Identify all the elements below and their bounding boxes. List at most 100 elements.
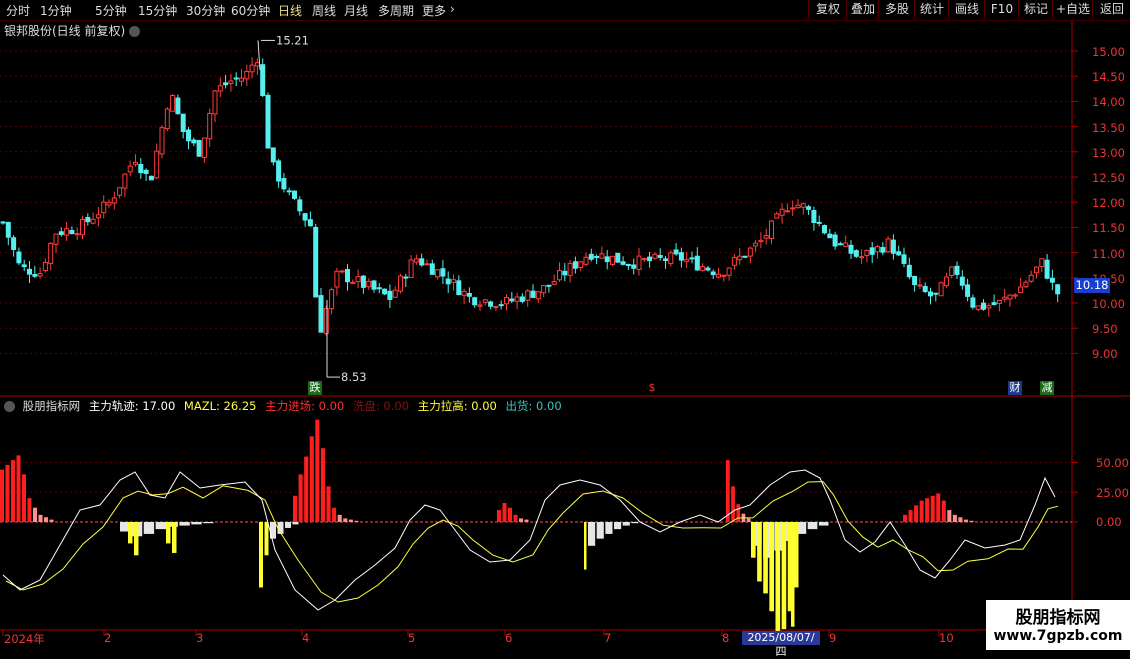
candle-body (350, 281, 356, 284)
indicator-bar-entry (919, 500, 924, 522)
candle-body (117, 187, 123, 196)
stock-title: 银邦股份(日线 前复权) (4, 24, 126, 38)
candle-body (848, 244, 854, 254)
candle-body (297, 199, 303, 212)
candle-body (806, 206, 812, 210)
candle-body (784, 210, 790, 213)
candle-body (684, 258, 690, 262)
candle-body (822, 225, 827, 234)
candle-body (567, 263, 573, 276)
event-marker-dividend[interactable]: $ (645, 381, 659, 395)
indicator-bar-entry (726, 460, 730, 522)
high-price-label: 15.21 (276, 33, 309, 47)
candle-body (85, 217, 91, 223)
candle-body (376, 287, 382, 290)
candle-body (329, 289, 335, 310)
candle-body (1007, 294, 1013, 300)
indicator-bar-entry (16, 455, 21, 522)
event-marker-finance[interactable]: 财 (1008, 381, 1022, 395)
indicator-bar-entry (936, 493, 941, 522)
y-tick: 14.00 (1092, 95, 1125, 109)
indicator-bar-wash (807, 522, 818, 530)
indicator-bar-entry (320, 448, 325, 522)
indicator-bar-pull (763, 522, 768, 594)
candle-body (127, 165, 133, 173)
candle-body (716, 273, 721, 278)
candle-body (731, 257, 737, 266)
indicator-bar-pull (264, 522, 269, 556)
candle-body (965, 284, 971, 297)
indicator-bar-entry (952, 514, 957, 522)
indicator-bar-entry (746, 518, 751, 522)
candle-body (32, 274, 38, 277)
indicator-bar-entry (513, 514, 518, 522)
candle-body (557, 270, 562, 281)
candle-body (143, 169, 149, 174)
candle-body (853, 250, 859, 257)
indicator-series (0, 419, 1059, 636)
candle-body (572, 261, 578, 269)
candle-body (101, 201, 107, 214)
indicator-bar-entry (348, 519, 353, 522)
candle-body (228, 80, 234, 84)
x-tick: 3 (196, 631, 204, 645)
candle-body (641, 258, 647, 261)
y-tick: 25.00 (1096, 486, 1129, 500)
main-chart-title: 银邦股份(日线 前复权) (4, 22, 141, 39)
candle-body (610, 255, 615, 266)
indicator-bar-entry (49, 519, 54, 522)
indicator-bar-entry (354, 520, 359, 522)
candle-body (371, 280, 377, 290)
indicator-bar-pull (791, 522, 795, 627)
indicator-value-track: 主力轨迹: 17.00 (88, 399, 176, 413)
candle-body (551, 281, 557, 285)
current-price-label: 10.18 (1074, 278, 1110, 293)
candle-body (159, 127, 165, 155)
event-marker-reduce[interactable]: 减 (1040, 381, 1054, 395)
candle-body (323, 308, 329, 335)
candle-body (461, 290, 467, 296)
indicator-bar-entry (44, 517, 48, 522)
candle-body (758, 239, 764, 243)
candle-body (954, 265, 960, 275)
candle-body (843, 242, 849, 247)
indicator-bar-pull (793, 522, 799, 588)
indicator-bar-entry (502, 502, 507, 522)
candle-body (970, 297, 976, 308)
indicator-bar-wash (179, 522, 190, 526)
candle-body (726, 267, 732, 276)
candle-body (217, 85, 223, 92)
event-marker-drop[interactable]: 跌 (308, 381, 322, 395)
candle-body (196, 140, 202, 157)
indicator-name[interactable]: 股朋指标网 (23, 399, 81, 413)
kline-chart[interactable]: 15.21 8.53 (0, 0, 1130, 650)
candle-body (1023, 281, 1029, 288)
candle-body (938, 282, 944, 297)
y-tick: 0.00 (1096, 515, 1122, 529)
candle-body (138, 163, 144, 174)
indicator-bar-wash (155, 522, 166, 530)
indicator-bar-wash (614, 522, 622, 530)
candle-body (917, 284, 923, 287)
candle-body (339, 270, 345, 273)
candle-body (795, 204, 801, 209)
indicator-bar-entry (343, 518, 348, 522)
candle-body (403, 276, 409, 279)
chevron-down-icon[interactable] (129, 26, 141, 37)
indicator-bar-entry (298, 474, 303, 522)
candle-body (647, 256, 653, 262)
watermark-logo: 股朋指标网 www.7gpzb.com (986, 600, 1130, 650)
candle-body (896, 251, 902, 256)
candle-body (302, 213, 308, 221)
indicator-bar-entry (908, 510, 913, 522)
candle-body (991, 302, 997, 305)
candle-body (419, 258, 425, 266)
indicator-bar-entry (914, 505, 919, 522)
candle-body (535, 291, 541, 300)
candle-body (562, 270, 568, 276)
candle-body (625, 264, 631, 267)
chevron-down-icon[interactable] (4, 401, 15, 412)
indicator-bar-entry (326, 486, 331, 522)
candle-body (1039, 258, 1045, 268)
x-tick: 2024年 (4, 632, 45, 646)
